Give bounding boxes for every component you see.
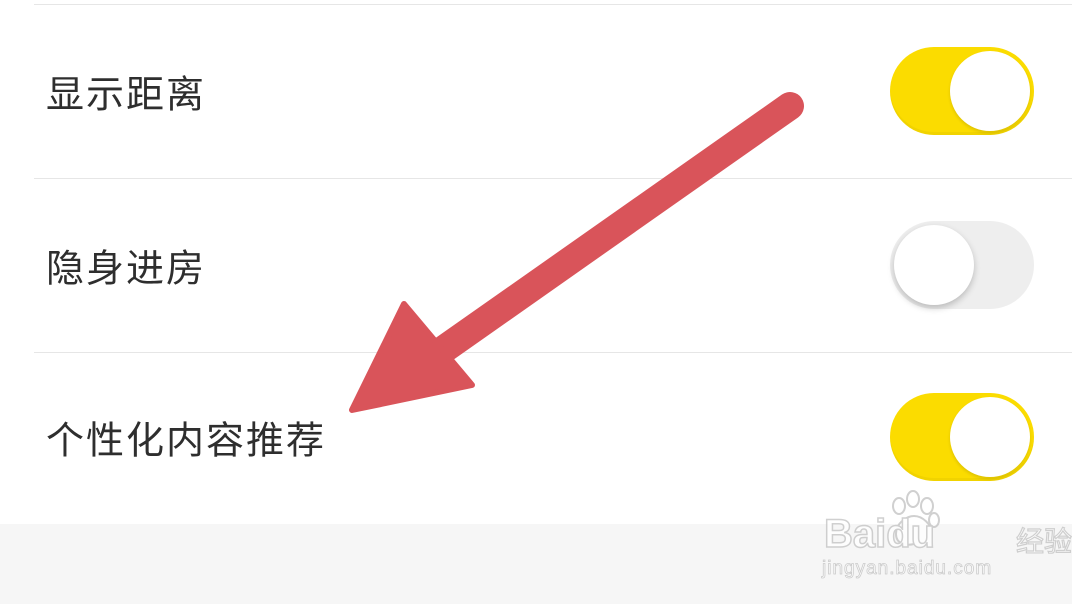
baidu-logo-text: Baidu [823,511,936,557]
invisible-entry-toggle[interactable] [890,221,1034,309]
setting-row-show-distance[interactable]: 显示距离 [0,4,1072,178]
toggle-knob [894,225,974,305]
settings-panel: 显示距离 隐身进房 个性化内容推荐 [0,0,1072,524]
show-distance-toggle[interactable] [890,47,1034,135]
setting-label-personalized-recommendation: 个性化内容推荐 [46,418,327,463]
toggle-knob [950,397,1030,477]
setting-row-invisible-entry[interactable]: 隐身进房 [0,178,1072,352]
toggle-knob [950,51,1030,131]
setting-label-show-distance: 显示距离 [46,72,207,117]
jingyan-logo-text: 经验 [1015,524,1072,558]
setting-label-invisible-entry: 隐身进房 [46,246,207,291]
personalized-recommendation-toggle[interactable] [890,393,1034,481]
watermark-url: jingyan.baidu.com [822,558,993,580]
baidu-jingyan-watermark: Baidu 经验 jingyan.baidu.com [820,486,1072,586]
